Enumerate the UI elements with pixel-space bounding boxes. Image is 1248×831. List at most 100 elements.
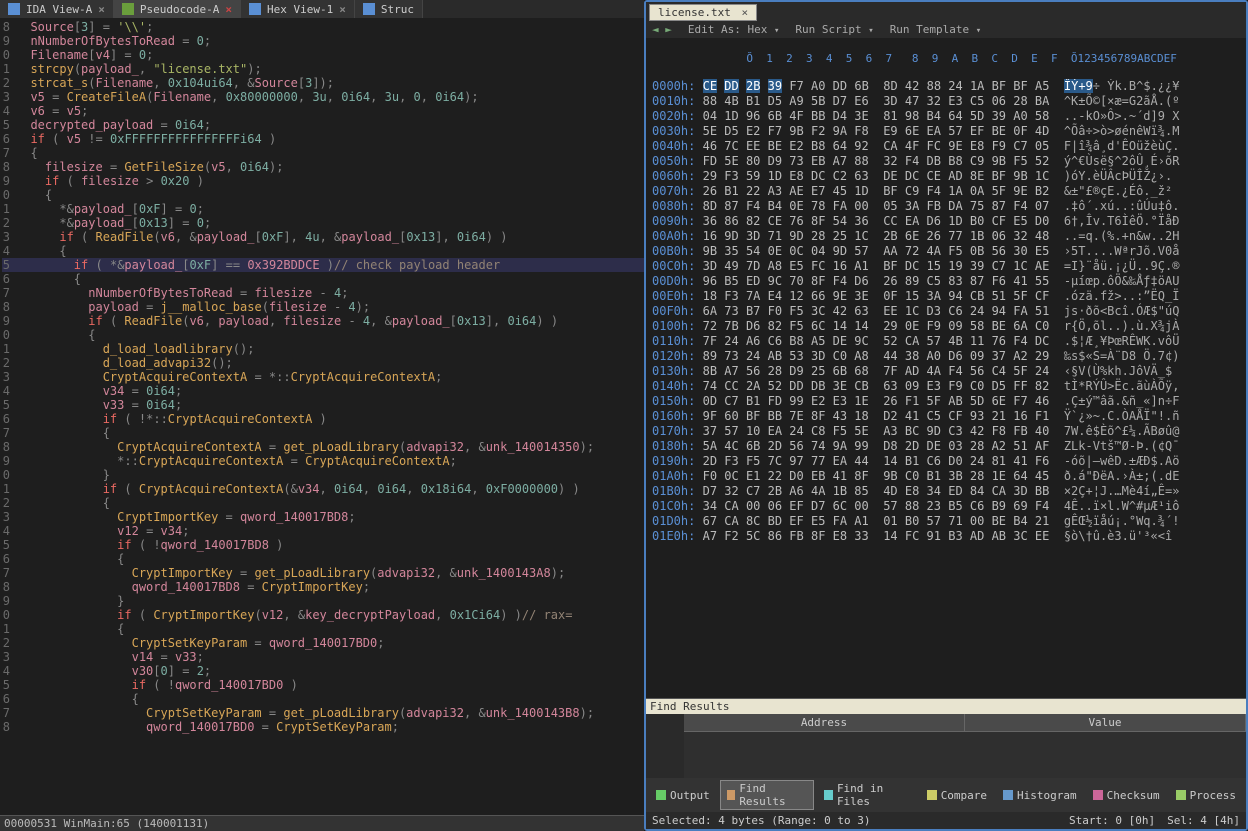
code-line[interactable]: 7 nNumberOfBytesToRead = filesize - 4; [2,286,644,300]
code-line[interactable]: 2 strcat_s(Filename, 0x104ui64, &Source[… [2,76,644,90]
code-line[interactable]: 4 v6 = v5; [2,104,644,118]
code-line[interactable]: 7 { [2,146,644,160]
code-line[interactable]: 0 { [2,188,644,202]
code-line[interactable]: 5 if ( !qword_140017BD8 ) [2,538,644,552]
hex-row[interactable]: 0160h: 9F 60 BF BB 7E 8F 43 18 D2 41 C5 … [652,409,1240,424]
code-line[interactable]: 2 { [2,496,644,510]
hex-row[interactable]: 00E0h: 18 F3 7A E4 12 66 9E 3E 0F 15 3A … [652,289,1240,304]
run-script-menu[interactable]: Run Script ▾ [795,23,873,36]
hex-row[interactable]: 0040h: 46 7C EE BE E2 B8 64 92 CA 4F FC … [652,139,1240,154]
code-line[interactable]: 2 *&payload_[0x13] = 0; [2,216,644,230]
hex-row[interactable]: 0060h: 29 F3 59 1D E8 DC C2 63 DE DC CE … [652,169,1240,184]
btab-find-results[interactable]: Find Results [720,780,815,810]
hex-row[interactable]: 00F0h: 6A 73 B7 F0 F5 3C 42 63 EE 1C D3 … [652,304,1240,319]
code-line[interactable]: 6 { [2,552,644,566]
code-line[interactable]: 1 if ( CryptAcquireContextA(&v34, 0i64, … [2,482,644,496]
btab-output[interactable]: Output [650,780,716,810]
code-line[interactable]: 3 if ( ReadFile(v6, &payload_[0xF], 4u, … [2,230,644,244]
btab-compare[interactable]: Compare [921,780,993,810]
hex-row[interactable]: 0150h: 0D C7 B1 FD 99 E2 E3 1E 26 F1 5F … [652,394,1240,409]
code-line[interactable]: 5 decrypted_payload = 0i64; [2,118,644,132]
hex-row[interactable]: 00D0h: 96 B5 ED 9C 70 8F F4 D6 26 89 C5 … [652,274,1240,289]
code-line[interactable]: 0 { [2,328,644,342]
code-line[interactable]: 8 qword_140017BD0 = CryptSetKeyParam; [2,720,644,734]
code-line[interactable]: 9 } [2,594,644,608]
hex-row[interactable]: 0120h: 89 73 24 AB 53 3D C0 A8 44 38 A0 … [652,349,1240,364]
code-line[interactable]: 4 { [2,244,644,258]
code-line[interactable]: 9 if ( filesize > 0x20 ) [2,174,644,188]
hex-row[interactable]: 0090h: 36 86 82 CE 76 8F 54 36 CC EA D6 … [652,214,1240,229]
code-line[interactable]: 2 CryptSetKeyParam = qword_140017BD0; [2,636,644,650]
code-line[interactable]: 5 v33 = 0i64; [2,398,644,412]
code-line[interactable]: 1 { [2,622,644,636]
hex-row[interactable]: 01B0h: D7 32 C7 2B A6 4A 1B 85 4D E8 34 … [652,484,1240,499]
hex-row[interactable]: 0130h: 8B A7 56 28 D9 25 6B 68 7F AD 4A … [652,364,1240,379]
hex-row[interactable]: 00A0h: 16 9D 3D 71 9D 28 25 1C 2B 6E 26 … [652,229,1240,244]
tab-hex-view-1[interactable]: Hex View-1× [241,0,355,18]
tab-ida-view-a[interactable]: IDA View-A× [0,0,114,18]
close-icon[interactable]: × [741,6,748,19]
run-template-menu[interactable]: Run Template ▾ [890,23,982,36]
hex-row[interactable]: 01A0h: F0 0C E1 22 D0 EB 41 8F 9B C0 B1 … [652,469,1240,484]
code-line[interactable]: 1 d_load_loadlibrary(); [2,342,644,356]
code-line[interactable]: 0 } [2,468,644,482]
btab-checksum[interactable]: Checksum [1087,780,1166,810]
hex-row[interactable]: 0110h: 7F 24 A6 C6 B8 A5 DE 9C 52 CA 57 … [652,334,1240,349]
hex-row[interactable]: 0170h: 37 57 10 EA 24 C8 F5 5E A3 BC 9D … [652,424,1240,439]
tab-struc[interactable]: Struc [355,0,423,18]
code-line[interactable]: 1 strcpy(payload_, "license.txt"); [2,62,644,76]
code-line[interactable]: 5 if ( *&payload_[0xF] == 0x392BDDCE )//… [2,258,644,272]
edit-as-menu[interactable]: Edit As: Hex ▾ [688,23,780,36]
find-results-header[interactable]: Address Value [684,714,1246,732]
hex-row[interactable]: 0140h: 74 CC 2A 52 DD DB 3E CB 63 09 E3 … [652,379,1240,394]
code-line[interactable]: 1 *&payload_[0xF] = 0; [2,202,644,216]
hex-row[interactable]: 0070h: 26 B1 22 A3 AE E7 45 1D BF C9 F4 … [652,184,1240,199]
hex-row[interactable]: 0030h: 5E D5 E2 F7 9B F2 9A F8 E9 6E EA … [652,124,1240,139]
hex-row[interactable]: 01E0h: A7 F2 5C 86 FB 8F E8 33 14 FC 91 … [652,529,1240,544]
code-line[interactable]: 6 if ( !*::CryptAcquireContextA ) [2,412,644,426]
btab-histogram[interactable]: Histogram [997,780,1083,810]
hex-row[interactable]: 0100h: 72 7B D6 82 F5 6C 14 14 29 0E F9 … [652,319,1240,334]
hex-row[interactable]: 0010h: 88 4B B1 D5 A9 5B D7 E6 3D 47 32 … [652,94,1240,109]
hex-row[interactable]: 0080h: 8D 87 F4 B4 0E 78 FA 00 05 3A FB … [652,199,1240,214]
hex-row[interactable]: 00B0h: 9B 35 54 0E 0C 04 9D 57 AA 72 4A … [652,244,1240,259]
close-icon[interactable]: × [98,3,105,16]
hex-row[interactable]: 0180h: 5A 4C 6B 2D 56 74 9A 99 D8 2D DE … [652,439,1240,454]
code-line[interactable]: 3 v14 = v33; [2,650,644,664]
nav-arrows[interactable]: ◄ ► [652,23,672,36]
btab-find-in-files[interactable]: Find in Files [818,780,916,810]
hex-row[interactable]: 0190h: 2D F3 F5 7C 97 77 EA 44 14 B1 C6 … [652,454,1240,469]
code-line[interactable]: 8 CryptAcquireContextA = get_pLoadLibrar… [2,440,644,454]
code-line[interactable]: 9 nNumberOfBytesToRead = 0; [2,34,644,48]
file-tab-license[interactable]: license.txt × [649,4,757,21]
hex-row[interactable]: 0000h: CE DD 2B 39 F7 A0 DD 6B 8D 42 88 … [652,79,1240,94]
code-line[interactable]: 8 qword_140017BD8 = CryptImportKey; [2,580,644,594]
code-line[interactable]: 4 v30[0] = 2; [2,664,644,678]
code-line[interactable]: 5 if ( !qword_140017BD0 ) [2,678,644,692]
tab-pseudocode-a[interactable]: Pseudocode-A× [114,0,241,18]
code-line[interactable]: 9 *::CryptAcquireContextA = CryptAcquire… [2,454,644,468]
code-line[interactable]: 7 CryptImportKey = get_pLoadLibrary(adva… [2,566,644,580]
btab-process[interactable]: Process [1170,780,1242,810]
close-icon[interactable]: × [339,3,346,16]
hex-row[interactable]: 01D0h: 67 CA 8C BD EF E5 FA A1 01 B0 57 … [652,514,1240,529]
close-icon[interactable]: × [225,3,232,16]
hex-row[interactable]: 0050h: FD 5E 80 D9 73 EB A7 88 32 F4 DB … [652,154,1240,169]
hex-row[interactable]: 0020h: 04 1D 96 6B 4F BB D4 3E 81 98 B4 … [652,109,1240,124]
hex-row[interactable]: 00C0h: 3D 49 7D A8 E5 FC 16 A1 BF DC 15 … [652,259,1240,274]
code-line[interactable]: 6 { [2,272,644,286]
code-line[interactable]: 8 Source[3] = '\\'; [2,20,644,34]
code-line[interactable]: 6 if ( v5 != 0xFFFFFFFFFFFFFFFFi64 ) [2,132,644,146]
code-line[interactable]: 4 v34 = 0i64; [2,384,644,398]
code-line[interactable]: 7 CryptSetKeyParam = get_pLoadLibrary(ad… [2,706,644,720]
code-line[interactable]: 7 { [2,426,644,440]
code-line[interactable]: 3 CryptAcquireContextA = *::CryptAcquire… [2,370,644,384]
hex-view[interactable]: 0000h: CE DD 2B 39 F7 A0 DD 6B 8D 42 88 … [646,79,1246,698]
code-line[interactable]: 9 if ( ReadFile(v6, payload, filesize - … [2,314,644,328]
pseudocode-view[interactable]: 8 Source[3] = '\\';9 nNumberOfBytesToRea… [0,18,644,815]
code-line[interactable]: 6 { [2,692,644,706]
code-line[interactable]: 2 d_load_advapi32(); [2,356,644,370]
code-line[interactable]: 3 CryptImportKey = qword_140017BD8; [2,510,644,524]
code-line[interactable]: 0 Filename[v4] = 0; [2,48,644,62]
hex-row[interactable]: 01C0h: 34 CA 00 06 EF D7 6C 00 57 88 23 … [652,499,1240,514]
